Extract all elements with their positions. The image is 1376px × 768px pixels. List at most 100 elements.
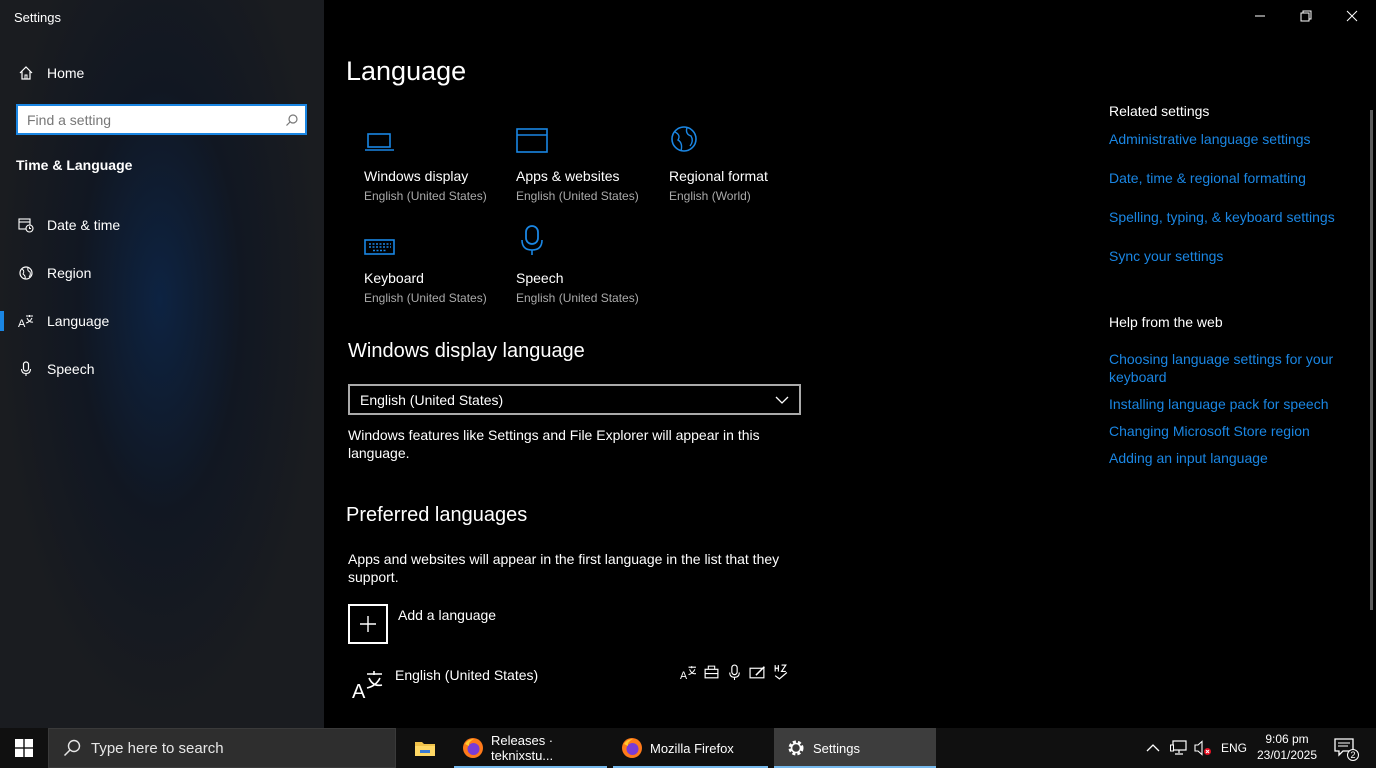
firefox-icon <box>621 737 643 759</box>
tile-subtitle: English (World) <box>669 189 751 203</box>
taskbar-app-label: Settings <box>813 740 860 756</box>
language-icon: A <box>16 313 36 329</box>
link-changing-store-region[interactable]: Changing Microsoft Store region <box>1109 422 1349 440</box>
calendar-clock-icon <box>16 217 36 233</box>
link-administrative-language-settings[interactable]: Administrative language settings <box>1109 130 1349 148</box>
clock[interactable]: 9:06 pm 23/01/2025 <box>1252 731 1322 763</box>
tile-name: Regional format <box>669 168 768 184</box>
microphone-icon <box>516 220 666 256</box>
page-title: Language <box>346 56 467 86</box>
language-list-item[interactable]: A English (United States) A <box>348 664 800 704</box>
tile-subtitle: English (United States) <box>516 189 639 203</box>
clock-date: 23/01/2025 <box>1256 748 1318 762</box>
handwriting-feature-icon <box>749 666 765 679</box>
taskbar-app-file-explorer[interactable] <box>402 728 448 768</box>
search-input[interactable] <box>18 106 279 133</box>
minimize-icon <box>1255 15 1265 17</box>
sidebar-item-language[interactable]: A Language <box>0 301 324 341</box>
microphone-icon <box>16 361 36 377</box>
tile-name: Apps & websites <box>516 168 620 184</box>
tile-windows-display[interactable]: Windows display English (United States) <box>364 118 514 203</box>
link-choosing-language-settings[interactable]: Choosing language settings for your keyb… <box>1109 350 1349 386</box>
sidebar-item-region[interactable]: Region <box>0 253 324 293</box>
add-language-label: Add a language <box>398 607 497 623</box>
tile-subtitle: English (United States) <box>516 291 639 305</box>
related-settings-heading: Related settings <box>1109 103 1210 119</box>
taskbar: Type here to search Releases · teknixstu… <box>0 728 1376 768</box>
keyboard-icon <box>364 220 514 256</box>
svg-text:A: A <box>680 670 688 681</box>
add-language-button[interactable]: Add a language <box>348 604 496 644</box>
taskbar-app-settings[interactable]: Settings <box>774 728 936 768</box>
speech-feature-icon <box>729 664 740 680</box>
select-value: English (United States) <box>360 391 504 408</box>
sidebar-item-label: Home <box>47 65 85 81</box>
tile-keyboard[interactable]: Keyboard English (United States) <box>364 220 514 305</box>
taskbar-app-label: Mozilla Firefox <box>650 740 734 756</box>
sidebar: Settings Home Time & Language Date & tim… <box>0 0 324 728</box>
link-date-time-regional-formatting[interactable]: Date, time & regional formatting <box>1109 169 1349 187</box>
globe-icon <box>669 118 819 154</box>
file-explorer-icon <box>415 742 435 756</box>
scrollbar[interactable] <box>1370 110 1373 610</box>
sidebar-item-home[interactable]: Home <box>0 53 324 93</box>
link-adding-input-language[interactable]: Adding an input language <box>1109 449 1349 467</box>
language-icon: A <box>352 668 384 705</box>
network-icon <box>1170 740 1187 755</box>
sidebar-item-date-time[interactable]: Date & time <box>0 205 324 245</box>
tile-regional-format[interactable]: Regional format English (World) <box>669 118 819 203</box>
taskbar-app-firefox[interactable]: Mozilla Firefox <box>613 728 768 768</box>
link-spelling-typing-keyboard[interactable]: Spelling, typing, & keyboard settings <box>1109 208 1349 226</box>
help-from-web-heading: Help from the web <box>1109 314 1223 330</box>
find-setting-search[interactable] <box>16 104 307 135</box>
restore-button[interactable] <box>1283 0 1329 32</box>
language-name: English (United States) <box>395 667 539 683</box>
link-installing-language-pack[interactable]: Installing language pack for speech <box>1109 395 1349 413</box>
firefox-icon <box>462 737 484 759</box>
input-language-button[interactable]: ENG <box>1221 728 1247 768</box>
svg-text:A: A <box>18 318 26 329</box>
close-button[interactable] <box>1329 0 1375 32</box>
display-language-description: Windows features like Settings and File … <box>348 427 760 461</box>
language-features: A <box>680 664 789 681</box>
browser-window-icon <box>516 118 666 154</box>
preferred-languages-description: Apps and websites will appear in the fir… <box>348 551 780 585</box>
tile-subtitle: English (United States) <box>364 291 487 305</box>
search-icon <box>279 113 305 127</box>
tile-apps-websites[interactable]: Apps & websites English (United States) <box>516 118 666 203</box>
link-sync-settings[interactable]: Sync your settings <box>1109 247 1349 265</box>
tile-speech[interactable]: Speech English (United States) <box>516 220 666 305</box>
plus-icon <box>348 604 388 644</box>
chevron-up-icon <box>1146 744 1160 752</box>
sidebar-item-speech[interactable]: Speech <box>0 349 324 389</box>
chevron-down-icon <box>775 396 789 404</box>
text-to-speech-feature-icon <box>704 665 719 679</box>
taskbar-search-placeholder: Type here to search <box>91 739 224 757</box>
volume-button[interactable] <box>1194 728 1212 768</box>
search-icon <box>63 739 81 757</box>
restore-icon <box>1300 10 1312 22</box>
svg-text:A: A <box>352 681 366 700</box>
sidebar-item-label: Speech <box>47 361 95 377</box>
minimize-button[interactable] <box>1237 0 1283 32</box>
tile-subtitle: English (United States) <box>364 189 487 203</box>
network-status-button[interactable] <box>1170 728 1188 768</box>
sidebar-item-label: Date & time <box>47 217 121 233</box>
display-language-select[interactable]: English (United States) <box>348 384 801 415</box>
tile-name: Windows display <box>364 168 469 184</box>
taskbar-app-firefox-releases[interactable]: Releases · teknixstu... <box>454 728 607 768</box>
start-button[interactable] <box>0 728 48 768</box>
display-language-feature-icon: A <box>680 666 697 681</box>
section-title: Time & Language <box>16 157 133 173</box>
action-center-button[interactable]: 2 <box>1334 728 1359 768</box>
laptop-icon <box>364 118 514 154</box>
globe-icon <box>16 265 36 281</box>
show-hidden-icons-button[interactable] <box>1146 728 1160 768</box>
sidebar-item-label: Region <box>47 265 92 281</box>
window-title: Settings <box>14 10 61 25</box>
display-language-heading: Windows display language <box>348 340 585 362</box>
taskbar-search[interactable]: Type here to search <box>48 728 396 768</box>
notification-count-badge: 2 <box>1347 749 1359 761</box>
spellcheck-feature-icon <box>774 664 788 680</box>
gear-icon <box>786 738 806 758</box>
